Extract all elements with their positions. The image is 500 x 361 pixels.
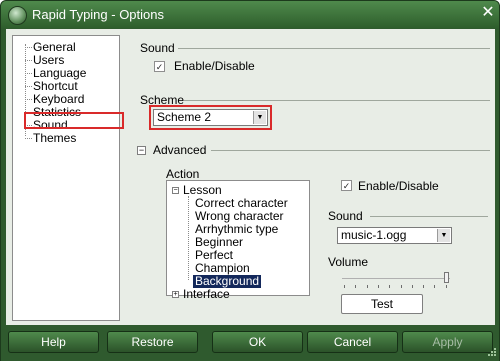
plus-square-icon[interactable]: + <box>172 291 179 298</box>
ok-button[interactable]: OK <box>212 331 303 353</box>
chevron-down-icon[interactable]: ▼ <box>437 229 450 242</box>
volume-slider-tick <box>344 285 345 288</box>
volume-slider-tick <box>400 285 402 288</box>
sound-enable-checkbox[interactable]: ✓ <box>154 61 165 72</box>
minus-square-icon[interactable]: − <box>172 187 179 194</box>
options-window: Rapid Typing - Options ✕ General Users L… <box>0 0 500 361</box>
sound-section-label: Sound <box>140 41 175 55</box>
action-tree: − Lesson Correct character Wrong charact… <box>166 180 310 301</box>
volume-slider-tick <box>434 285 436 288</box>
close-icon[interactable]: ✕ <box>479 4 497 22</box>
volume-slider-tick <box>445 285 447 288</box>
rapid-typing-logo-icon <box>8 6 27 25</box>
options-nav-tree: General Users Language Shortcut Keyboard… <box>12 35 124 321</box>
volume-label: Volume <box>328 255 369 269</box>
sound-file-select[interactable]: music-1.ogg ▼ <box>337 227 452 244</box>
volume-slider[interactable] <box>342 278 450 279</box>
chevron-down-icon[interactable]: ▼ <box>253 111 266 124</box>
help-button[interactable]: Help <box>8 331 99 353</box>
sound-enable-label: Enable/Disable <box>174 59 255 73</box>
scheme-select[interactable]: Scheme 2 ▼ <box>153 109 268 126</box>
title-bar[interactable]: Rapid Typing - Options ✕ <box>1 1 499 28</box>
action-enable-label: Enable/Disable <box>358 179 439 193</box>
action-label: Action <box>166 167 200 181</box>
window-title: Rapid Typing - Options <box>32 7 164 22</box>
restore-button[interactable]: Restore <box>107 331 198 353</box>
dialog-footer: Help Restore OK Cancel Apply <box>1 326 499 361</box>
tree-item-interface[interactable]: Interface <box>183 288 230 301</box>
volume-slider-tick <box>423 285 425 288</box>
minus-square-icon[interactable]: − <box>137 146 146 155</box>
resize-grip-icon[interactable] <box>485 345 497 357</box>
nav-highlight-box <box>24 112 124 129</box>
volume-slider-thumb[interactable] <box>444 272 449 283</box>
volume-slider-tick <box>389 285 391 288</box>
options-content: General Users Language Shortcut Keyboard… <box>6 29 495 325</box>
cancel-button[interactable]: Cancel <box>307 331 398 353</box>
action-enable-checkbox[interactable]: ✓ <box>341 180 352 191</box>
advanced-section-label: Advanced <box>153 143 207 157</box>
volume-slider-tick <box>366 285 368 288</box>
test-button[interactable]: Test <box>341 294 423 314</box>
volume-slider-tick <box>377 285 379 288</box>
scheme-select-value: Scheme 2 <box>157 110 212 124</box>
volume-slider-tick <box>411 285 413 288</box>
apply-button[interactable]: Apply <box>402 331 493 353</box>
volume-slider-tick <box>355 285 357 288</box>
sound-file-value: music-1.ogg <box>341 228 407 242</box>
action-sound-label: Sound <box>328 209 363 223</box>
nav-item-themes[interactable]: Themes <box>24 132 76 145</box>
